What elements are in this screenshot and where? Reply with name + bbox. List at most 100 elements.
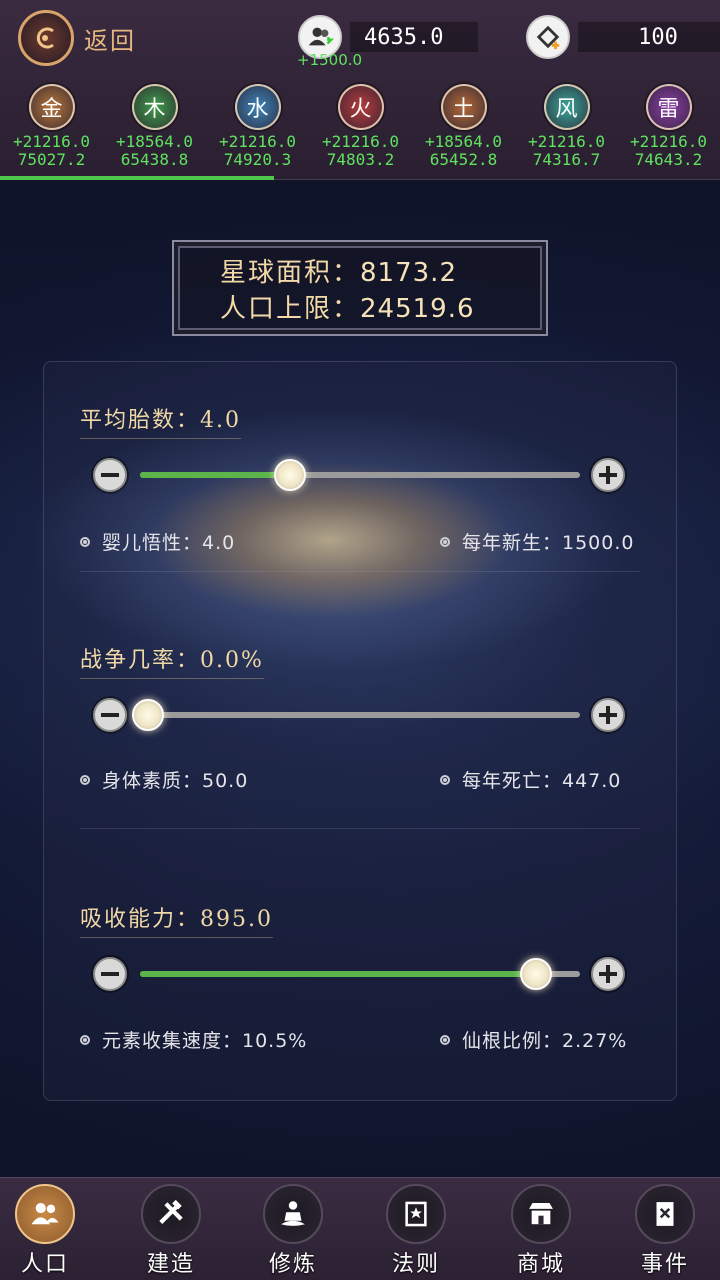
element-rate: +18564.0 bbox=[115, 132, 194, 151]
stat-baby-talent: 婴儿悟性：4.0 bbox=[80, 528, 235, 555]
element-value: 65438.8 bbox=[120, 150, 189, 169]
nav-label: 商城 bbox=[516, 1252, 565, 1277]
element-rate: +21216.0 bbox=[218, 132, 297, 151]
slider-fill bbox=[140, 472, 290, 478]
nav-label: 事件 bbox=[640, 1252, 689, 1277]
element-rate: +18564.0 bbox=[424, 132, 503, 151]
bullet-icon bbox=[80, 536, 90, 547]
wood-element-icon: 木 bbox=[131, 84, 178, 130]
nav-label: 人口 bbox=[20, 1252, 69, 1277]
slider-knob[interactable] bbox=[273, 459, 306, 491]
thunder-element-icon: 雷 bbox=[645, 84, 692, 130]
slider-knob[interactable] bbox=[132, 699, 164, 731]
slider-fill bbox=[140, 971, 536, 977]
element-item[interactable]: 金 +21216.0 75027.2 bbox=[0, 84, 103, 169]
increase-button[interactable] bbox=[591, 957, 625, 991]
tools-icon bbox=[141, 1184, 201, 1244]
population-value: 4635.0 bbox=[350, 22, 478, 52]
increase-button[interactable] bbox=[591, 698, 625, 732]
element-value: 74316.7 bbox=[532, 150, 601, 169]
currency-value: 100 bbox=[578, 22, 720, 52]
absorb-slider[interactable] bbox=[140, 958, 580, 990]
element-tab-indicator bbox=[0, 176, 274, 180]
decrease-button[interactable] bbox=[93, 957, 127, 991]
planet-info-box: 星球面积：8173.2 人口上限：24519.6 bbox=[172, 240, 548, 336]
bullet-icon bbox=[440, 1034, 450, 1045]
event-book-icon bbox=[635, 1184, 695, 1244]
bullet-icon bbox=[440, 774, 450, 785]
element-rate: +21216.0 bbox=[629, 132, 708, 151]
plus-icon-vertical bbox=[606, 706, 610, 724]
divider bbox=[80, 571, 640, 572]
planet-area-label: 星球面积： bbox=[220, 258, 361, 288]
minus-icon bbox=[101, 473, 119, 477]
section-title-birth: 平均胎数：4.0 bbox=[80, 402, 241, 439]
element-value: 65452.8 bbox=[429, 150, 498, 169]
minus-icon bbox=[101, 972, 119, 976]
population-screen: 返回 4635.0 +1500.0 100 金 +21216.0 75027.2… bbox=[0, 0, 720, 1280]
metal-element-icon: 金 bbox=[28, 84, 75, 130]
back-icon bbox=[18, 10, 74, 66]
element-item[interactable]: 木 +18564.0 65438.8 bbox=[103, 84, 206, 169]
stat-text: 每年死亡：447.0 bbox=[462, 770, 622, 792]
element-value: 74920.3 bbox=[223, 150, 292, 169]
increase-button[interactable] bbox=[591, 458, 625, 492]
divider bbox=[80, 828, 640, 829]
nav-event[interactable]: 事件 bbox=[605, 1184, 720, 1278]
stat-text: 身体素质：50.0 bbox=[102, 770, 249, 792]
birth-slider[interactable] bbox=[140, 459, 580, 491]
top-header: 返回 4635.0 +1500.0 100 金 +21216.0 75027.2… bbox=[0, 0, 720, 180]
element-rate: +21216.0 bbox=[321, 132, 400, 151]
stat-collect-speed: 元素收集速度：10.5% bbox=[80, 1026, 307, 1053]
population-delta: +1500.0 bbox=[297, 51, 363, 69]
decrease-button[interactable] bbox=[93, 458, 127, 492]
nav-cultivate[interactable]: 修炼 bbox=[233, 1184, 353, 1278]
stat-yearly-deaths: 每年死亡：447.0 bbox=[440, 766, 621, 793]
plus-icon-vertical bbox=[606, 965, 610, 983]
element-item[interactable]: 风 +21216.0 74316.7 bbox=[515, 84, 618, 169]
nav-population[interactable]: 人口 bbox=[0, 1184, 105, 1278]
stat-immortal-root-ratio: 仙根比例：2.27% bbox=[440, 1026, 627, 1053]
bullet-icon bbox=[80, 774, 90, 785]
element-rate: +21216.0 bbox=[12, 132, 91, 151]
planet-area: 星球面积：8173.2 bbox=[220, 252, 457, 289]
bullet-icon bbox=[80, 1034, 90, 1045]
law-book-icon bbox=[386, 1184, 446, 1244]
population-limit: 人口上限：24519.6 bbox=[220, 288, 475, 325]
plus-icon-vertical bbox=[606, 466, 610, 484]
stat-physique: 身体素质：50.0 bbox=[80, 766, 248, 793]
nav-label: 法则 bbox=[391, 1252, 440, 1277]
section-title-war: 战争几率：0.0% bbox=[80, 642, 264, 679]
population-limit-label: 人口上限： bbox=[220, 294, 361, 324]
back-label: 返回 bbox=[84, 26, 136, 55]
decrease-button[interactable] bbox=[93, 698, 127, 732]
stat-text: 仙根比例：2.27% bbox=[462, 1030, 628, 1052]
stat-yearly-births: 每年新生：1500.0 bbox=[440, 528, 634, 555]
meditate-icon bbox=[263, 1184, 323, 1244]
war-slider[interactable] bbox=[132, 699, 580, 731]
nav-label: 修炼 bbox=[268, 1252, 317, 1277]
element-value: 74643.2 bbox=[634, 150, 703, 169]
element-item[interactable]: 火 +21216.0 74803.2 bbox=[309, 84, 412, 169]
element-item[interactable]: 土 +18564.0 65452.8 bbox=[412, 84, 515, 169]
coin-icon[interactable] bbox=[526, 15, 570, 59]
people-icon bbox=[15, 1184, 75, 1244]
stat-text: 元素收集速度：10.5% bbox=[102, 1030, 308, 1052]
stat-text: 每年新生：1500.0 bbox=[462, 532, 635, 554]
earth-element-icon: 土 bbox=[440, 84, 487, 130]
stat-text: 婴儿悟性：4.0 bbox=[102, 532, 236, 554]
nav-law[interactable]: 法则 bbox=[356, 1184, 476, 1278]
bottom-nav: 人口 建造 修炼 法则 商城 事件 bbox=[0, 1177, 720, 1280]
bullet-icon bbox=[440, 536, 450, 547]
currency-resource: 100 bbox=[526, 14, 720, 60]
wind-element-icon: 风 bbox=[543, 84, 590, 130]
element-item[interactable]: 水 +21216.0 74920.3 bbox=[206, 84, 309, 169]
nav-shop[interactable]: 商城 bbox=[481, 1184, 601, 1278]
shop-icon bbox=[511, 1184, 571, 1244]
slider-knob[interactable] bbox=[520, 958, 552, 990]
back-button[interactable]: 返回 bbox=[18, 10, 148, 66]
population-limit-value: 24519.6 bbox=[360, 294, 475, 324]
element-list: 金 +21216.0 75027.2 木 +18564.0 65438.8 水 … bbox=[0, 84, 720, 180]
element-item[interactable]: 雷 +21216.0 74643.2 bbox=[617, 84, 720, 169]
nav-build[interactable]: 建造 bbox=[111, 1184, 231, 1278]
